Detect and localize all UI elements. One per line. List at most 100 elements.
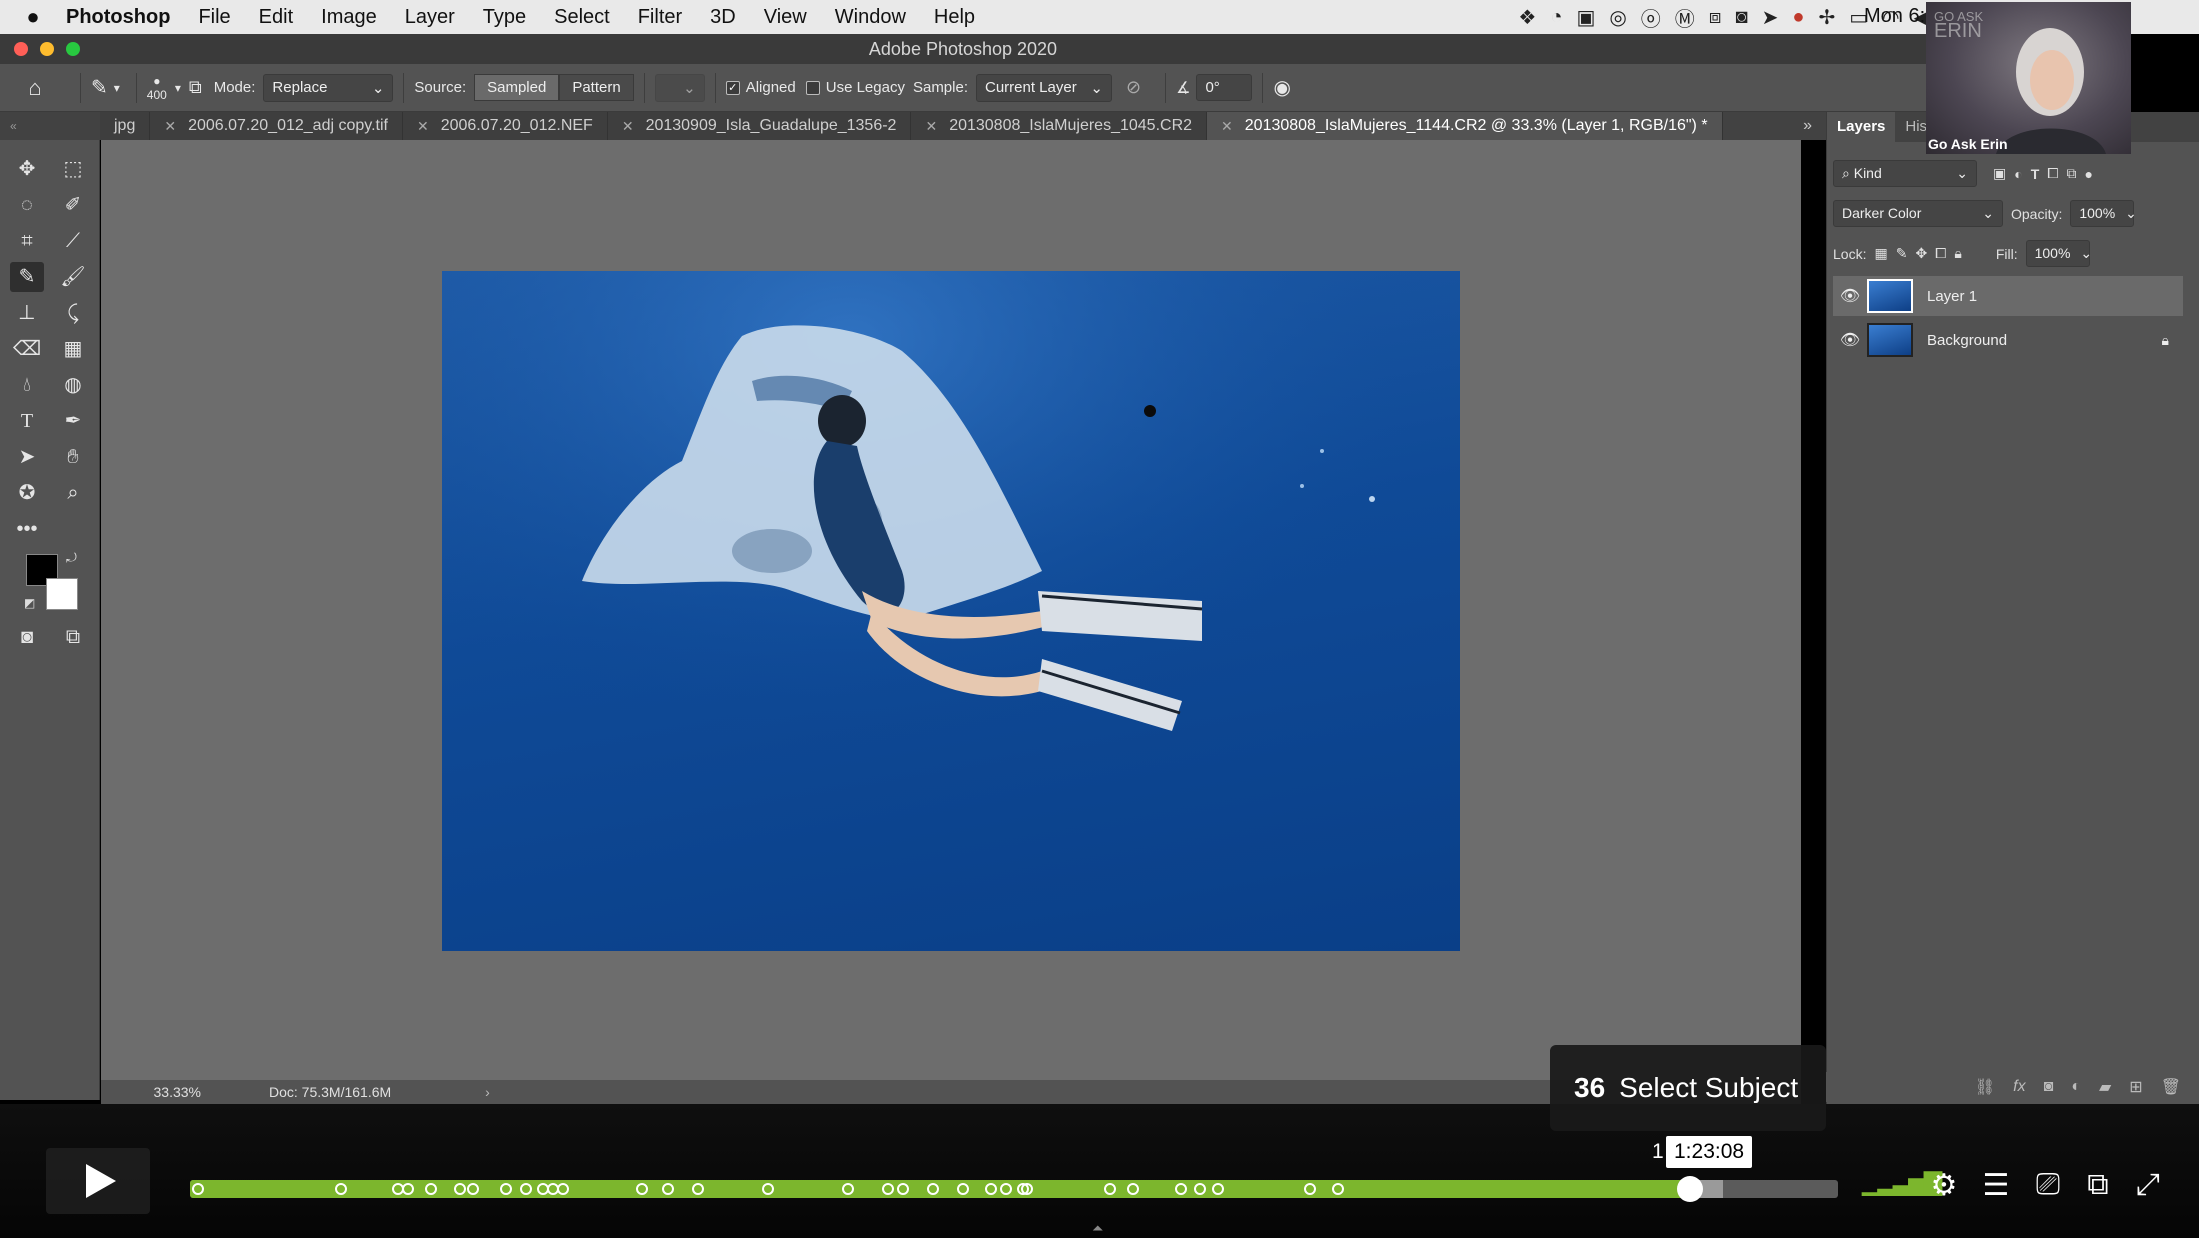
menubar-clock[interactable]: Mon 6: (1864, 5, 1925, 28)
fill-input[interactable]: 100% ⌄ (2025, 240, 2092, 267)
brush-size-picker[interactable]: ● 400 (147, 74, 167, 102)
zoom-level[interactable]: 33.33% (101, 1084, 201, 1100)
marquee-icon[interactable]: ⬚ (56, 154, 90, 184)
background-color-swatch[interactable] (46, 578, 78, 610)
volume-icon[interactable]: ▁▂▃▅▇ (1862, 1168, 1942, 1197)
chapter-marker[interactable] (557, 1183, 569, 1195)
tab-document-3[interactable]: ✕ 20130909_Isla_Guadalupe_1356-2 (607, 112, 912, 140)
new-group-icon[interactable]: ▰ (2099, 1077, 2111, 1097)
chapter-marker[interactable] (1332, 1183, 1344, 1195)
fx-icon[interactable]: fx (2013, 1078, 2025, 1096)
chapter-marker[interactable] (662, 1183, 674, 1195)
layer-name[interactable]: Background (1927, 332, 2007, 349)
chapter-marker[interactable] (1212, 1183, 1224, 1195)
aligned-checkbox[interactable]: ✓ Aligned (725, 79, 796, 96)
tab-document-2[interactable]: ✕ 2006.07.20_012.NEF (402, 112, 608, 140)
chapter-marker[interactable] (985, 1183, 997, 1195)
box-icon[interactable]: ⧈ (1709, 6, 1722, 29)
chapter-marker[interactable] (192, 1183, 204, 1195)
filter-type-icon[interactable]: T (2031, 166, 2040, 182)
menu-photoshop[interactable]: Photoshop (52, 6, 184, 29)
clone-source-icon[interactable]: ⧉ (189, 77, 202, 98)
chapter-marker[interactable] (425, 1183, 437, 1195)
type-icon[interactable]: T (10, 406, 44, 436)
lock-all-icon[interactable]: 🔒︎ (1954, 245, 1961, 262)
eyedropper-icon[interactable]: ⟋ (56, 226, 90, 256)
dodge-icon[interactable]: ◍ (56, 370, 90, 400)
chapter-marker[interactable] (1000, 1183, 1012, 1195)
source-sampled-button[interactable]: Sampled (474, 74, 560, 101)
close-tab-icon[interactable]: ✕ (622, 118, 634, 135)
home-icon[interactable]: ⌂ (0, 75, 70, 101)
close-tab-icon[interactable]: ✕ (1221, 118, 1233, 135)
path-select-icon[interactable]: ➤ (10, 442, 44, 472)
default-colors-icon[interactable]: ◩ (24, 596, 35, 610)
lock-position-icon[interactable]: ✥ (1915, 245, 1927, 262)
swap-colors-icon[interactable]: ⤾ (66, 550, 77, 566)
fullscreen-icon[interactable]: ⤢ (2128, 1168, 2168, 1202)
chapter-marker[interactable] (1127, 1183, 1139, 1195)
tab-document-0[interactable]: jpg (100, 112, 151, 140)
picture-in-picture-icon[interactable]: ⧉ (2078, 1168, 2118, 1202)
chevron-down-icon[interactable]: ▾ (114, 81, 120, 95)
close-tab-icon[interactable]: ✕ (925, 118, 937, 135)
chapter-marker[interactable] (1021, 1183, 1033, 1195)
chapter-marker[interactable] (842, 1183, 854, 1195)
crop-icon[interactable]: ⌗ (10, 226, 44, 256)
record-icon[interactable]: ● (1792, 6, 1804, 29)
mode-select[interactable]: Replace ⌄ (263, 73, 394, 102)
menu-type[interactable]: Type (469, 6, 540, 29)
chapter-marker[interactable] (957, 1183, 969, 1195)
trash-icon[interactable]: 🗑︎ (2161, 1077, 2181, 1097)
chapter-marker[interactable] (1104, 1183, 1116, 1195)
chapter-marker[interactable] (520, 1183, 532, 1195)
healing-brush-icon[interactable]: ✎ (91, 75, 108, 100)
hand-icon[interactable]: ✋︎ (56, 442, 90, 472)
chapter-marker[interactable] (636, 1183, 648, 1195)
menu-file[interactable]: File (184, 6, 244, 29)
filter-adjustment-icon[interactable]: ◐ (2014, 166, 2022, 182)
filter-pixel-icon[interactable]: ▣ (1993, 165, 2006, 182)
screen-icon[interactable]: ▣ (1576, 5, 1595, 30)
dropbox-icon[interactable]: ❖ (1518, 5, 1536, 30)
move-icon[interactable]: ✥ (10, 154, 44, 184)
gradient-icon[interactable]: ▦ (56, 334, 90, 364)
chapter-marker[interactable] (1175, 1183, 1187, 1195)
healing-brush-icon[interactable]: ✎ (10, 262, 44, 292)
stamp-icon[interactable]: ⊥ (10, 298, 44, 328)
brush-icon[interactable]: 🖌︎ (56, 262, 90, 292)
quick-select-icon[interactable]: ✐ (56, 190, 90, 220)
zoom-icon[interactable]: ⌕ (56, 478, 90, 508)
use-legacy-checkbox[interactable]: Use Legacy (805, 79, 905, 96)
layer-row-layer-1[interactable]: 👁︎ Layer 1 (1833, 276, 2183, 316)
layer-row-background[interactable]: 👁︎ Background 🔒︎ (1833, 320, 2183, 360)
cross-icon[interactable]: ✢ (1818, 5, 1835, 30)
filter-toggle-icon[interactable]: ● (2084, 166, 2092, 182)
lock-transparent-icon[interactable]: ▦ (1874, 245, 1887, 262)
menu-help[interactable]: Help (920, 6, 989, 29)
play-button[interactable] (46, 1148, 150, 1214)
menu-select[interactable]: Select (540, 6, 624, 29)
chapter-marker[interactable] (882, 1183, 894, 1195)
chapter-marker[interactable] (467, 1183, 479, 1195)
chevron-right-icon[interactable]: › (485, 1084, 490, 1100)
info-icon[interactable]: ⓞ (1641, 3, 1661, 32)
tab-document-1[interactable]: ✕ 2006.07.20_012_adj copy.tif (150, 112, 403, 140)
chapter-marker[interactable] (335, 1183, 347, 1195)
chevron-down-icon[interactable]: ▾ (175, 81, 181, 95)
chapter-marker[interactable] (402, 1183, 414, 1195)
lock-artboard-icon[interactable]: ⧠ (1935, 245, 1946, 262)
menu-image[interactable]: Image (307, 6, 391, 29)
blur-icon[interactable]: 💧︎ (10, 370, 44, 400)
link-layers-icon[interactable]: ⛓︎ (1975, 1077, 1995, 1097)
drawer-handle-icon[interactable]: ⏶ (1092, 1220, 1103, 1237)
chapter-marker[interactable] (1304, 1183, 1316, 1195)
close-tab-icon[interactable]: ✕ (417, 118, 429, 135)
close-tab-icon[interactable]: ✕ (164, 118, 176, 135)
pattern-picker[interactable]: ⌄ (654, 73, 705, 102)
menu-view[interactable]: View (750, 6, 821, 29)
source-pattern-button[interactable]: Pattern (559, 74, 634, 101)
angle-input[interactable]: 0° (1196, 74, 1253, 101)
tab-layers[interactable]: Layers (1827, 112, 1896, 142)
forward-icon[interactable]: ➤ (1762, 5, 1779, 30)
